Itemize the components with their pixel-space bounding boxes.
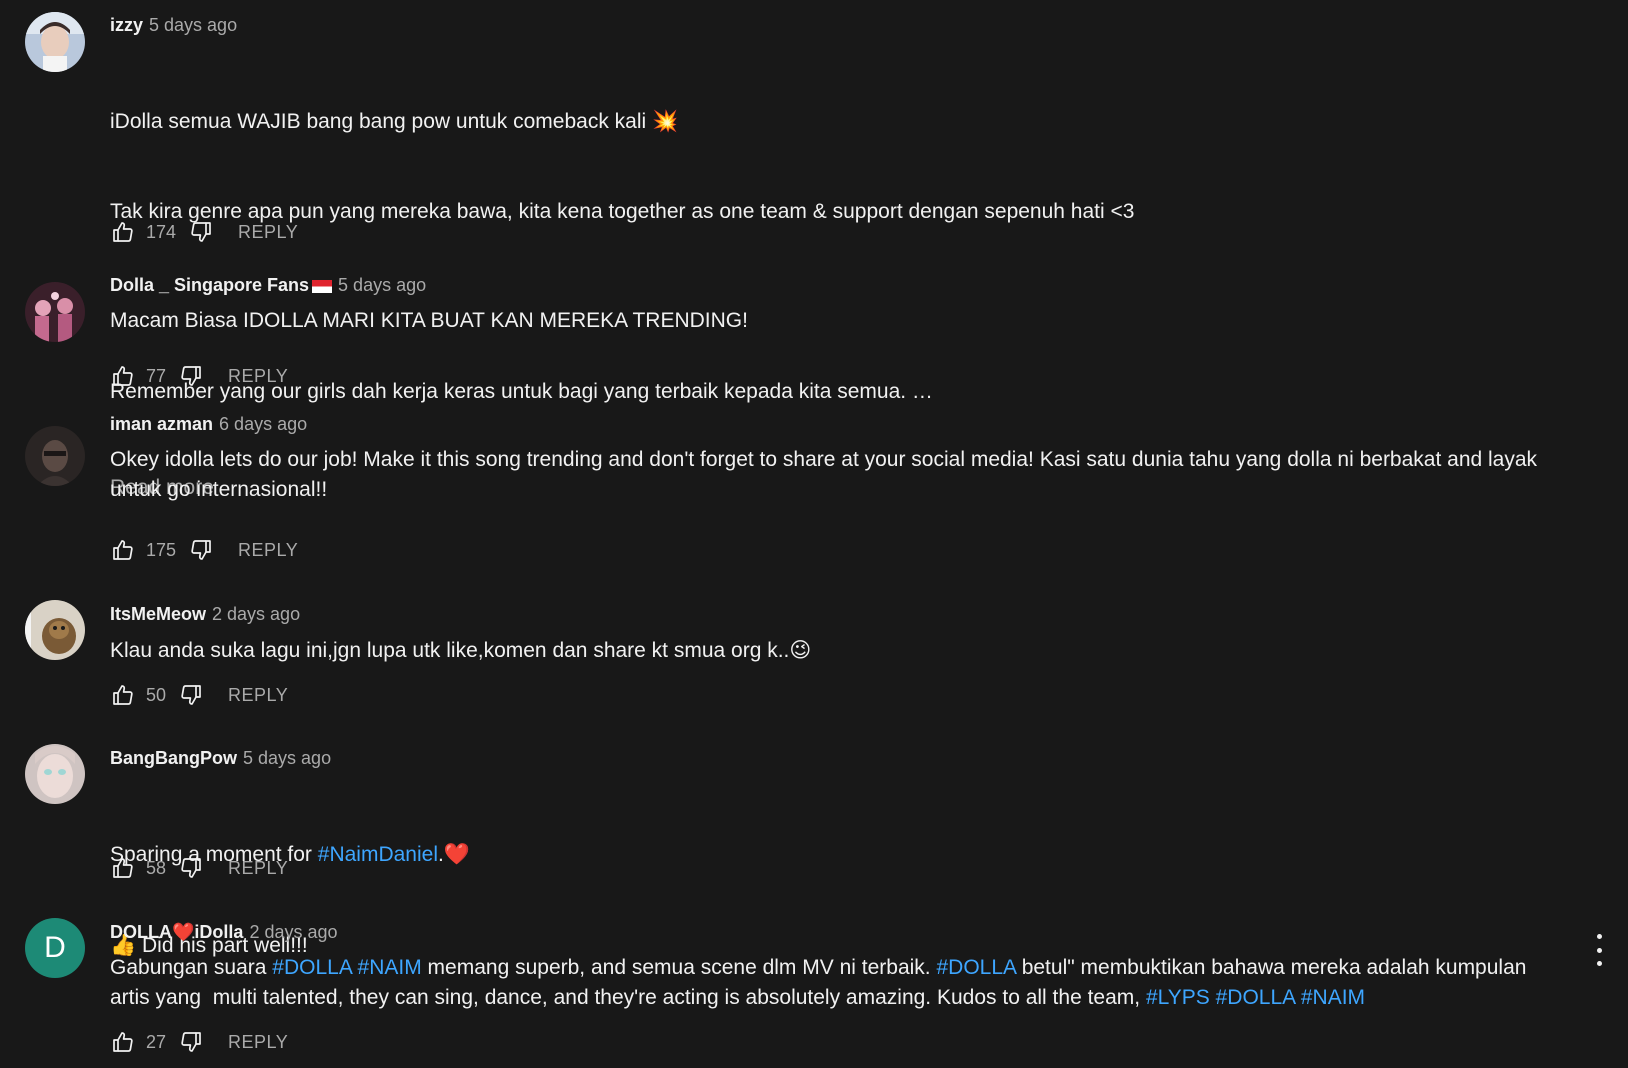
comment-body: Dolla _ Singapore Fans 5 days ago Macam B… bbox=[110, 272, 1568, 336]
like-count: 27 bbox=[146, 1031, 167, 1052]
comment-text-content: Klau anda suka lagu ini,jgn lupa utk lik… bbox=[110, 639, 790, 662]
comment-time[interactable]: 5 days ago bbox=[243, 748, 331, 768]
hashtag-link[interactable]: #DOLLA bbox=[936, 956, 1015, 979]
like-count: 58 bbox=[146, 857, 167, 878]
avatar[interactable] bbox=[25, 282, 85, 342]
reply-button[interactable]: REPLY bbox=[238, 222, 298, 243]
like-icon[interactable] bbox=[110, 363, 136, 389]
avatar[interactable] bbox=[25, 12, 85, 72]
comment-author[interactable]: BangBangPow bbox=[110, 748, 237, 768]
dislike-icon[interactable] bbox=[188, 537, 214, 563]
comment-author[interactable]: Dolla _ Singapore Fans bbox=[110, 275, 333, 295]
dislike-icon[interactable] bbox=[178, 682, 204, 708]
comment-actions: 58 REPLY bbox=[110, 852, 288, 884]
comment-actions: 27 REPLY bbox=[110, 1026, 288, 1058]
comment-actions: 174 REPLY bbox=[110, 216, 298, 248]
comment-time[interactable]: 2 days ago bbox=[212, 604, 300, 624]
avatar[interactable] bbox=[25, 600, 85, 660]
comment-time[interactable]: 5 days ago bbox=[338, 275, 426, 295]
reply-button[interactable]: REPLY bbox=[238, 540, 298, 561]
reply-button[interactable]: REPLY bbox=[228, 858, 288, 879]
comment-text-line: iDolla semua WAJIB bang bang pow untuk c… bbox=[110, 110, 653, 133]
comment-text-line: Tak kira genre apa pun yang mereka bawa,… bbox=[110, 200, 1135, 223]
comment-body: iman azman 6 days ago Okey idolla lets do… bbox=[110, 411, 1568, 505]
like-count: 174 bbox=[146, 221, 177, 242]
dislike-icon[interactable] bbox=[178, 363, 204, 389]
comment-body: ItsMeMeow 2 days ago Klau anda suka lagu … bbox=[110, 601, 1568, 666]
comment-time[interactable]: 2 days ago bbox=[249, 922, 337, 942]
hashtag-link[interactable]: #NAIM bbox=[1301, 986, 1365, 1009]
comment-text: Gabungan suara #DOLLA #NAIM memang super… bbox=[110, 956, 1533, 1009]
comment-text: Klau anda suka lagu ini,jgn lupa utk lik… bbox=[110, 635, 1568, 666]
comment-author[interactable]: ItsMeMeow bbox=[110, 604, 206, 624]
comment-author[interactable]: izzy bbox=[110, 15, 143, 35]
comment-actions: 175 REPLY bbox=[110, 534, 298, 566]
like-icon[interactable] bbox=[110, 855, 136, 881]
more-options-icon[interactable] bbox=[1592, 934, 1606, 966]
comment-text: Okey idolla lets do our job! Make it thi… bbox=[110, 448, 1543, 501]
like-icon[interactable] bbox=[110, 537, 136, 563]
dislike-icon[interactable] bbox=[178, 1029, 204, 1055]
hashtag-link[interactable]: #DOLLA bbox=[1216, 986, 1295, 1009]
comment-text: Macam Biasa IDOLLA MARI KITA BUAT KAN ME… bbox=[110, 309, 748, 332]
singapore-flag-icon bbox=[312, 279, 333, 293]
comment-actions: 77 REPLY bbox=[110, 360, 288, 392]
comment-author[interactable]: DOLLA❤️iDolla bbox=[110, 922, 243, 943]
dislike-icon[interactable] bbox=[188, 219, 214, 245]
reply-button[interactable]: REPLY bbox=[228, 366, 288, 387]
hashtag-link[interactable]: #NAIM bbox=[358, 956, 422, 979]
comment-text: iDolla semua WAJIB bang bang pow untuk c… bbox=[110, 46, 1568, 467]
like-icon[interactable] bbox=[110, 682, 136, 708]
like-icon[interactable] bbox=[110, 1029, 136, 1055]
like-count: 77 bbox=[146, 365, 167, 386]
comment-time[interactable]: 6 days ago bbox=[219, 414, 307, 434]
comment-time[interactable]: 5 days ago bbox=[149, 15, 237, 35]
comment-actions: 50 REPLY bbox=[110, 679, 288, 711]
reply-button[interactable]: REPLY bbox=[228, 1032, 288, 1053]
comments-section: izzy 5 days ago iDolla semua WAJIB bang b… bbox=[0, 0, 1628, 1068]
avatar[interactable]: D bbox=[25, 918, 85, 978]
like-icon[interactable] bbox=[110, 219, 136, 245]
avatar[interactable] bbox=[25, 744, 85, 804]
reply-button[interactable]: REPLY bbox=[228, 685, 288, 706]
red-heart-icon: ❤️ bbox=[172, 922, 195, 943]
collision-emoji-icon: 💥 bbox=[652, 109, 679, 133]
comment-body: DOLLA❤️iDolla 2 days ago Gabungan suara #… bbox=[110, 919, 1568, 1013]
comment-author[interactable]: iman azman bbox=[110, 414, 213, 434]
hashtag-link[interactable]: #NaimDaniel bbox=[318, 843, 438, 866]
winking-face-icon: 😉 bbox=[789, 638, 812, 662]
like-count: 50 bbox=[146, 684, 167, 705]
avatar[interactable] bbox=[25, 426, 85, 486]
like-count: 175 bbox=[146, 539, 177, 560]
hashtag-link[interactable]: #DOLLA bbox=[272, 956, 351, 979]
red-heart-icon: ❤️ bbox=[443, 842, 470, 866]
hashtag-link[interactable]: #LYPS bbox=[1146, 986, 1210, 1009]
comment-text-line: Remember yang our girls dah kerja keras … bbox=[110, 380, 933, 403]
dislike-icon[interactable] bbox=[178, 855, 204, 881]
